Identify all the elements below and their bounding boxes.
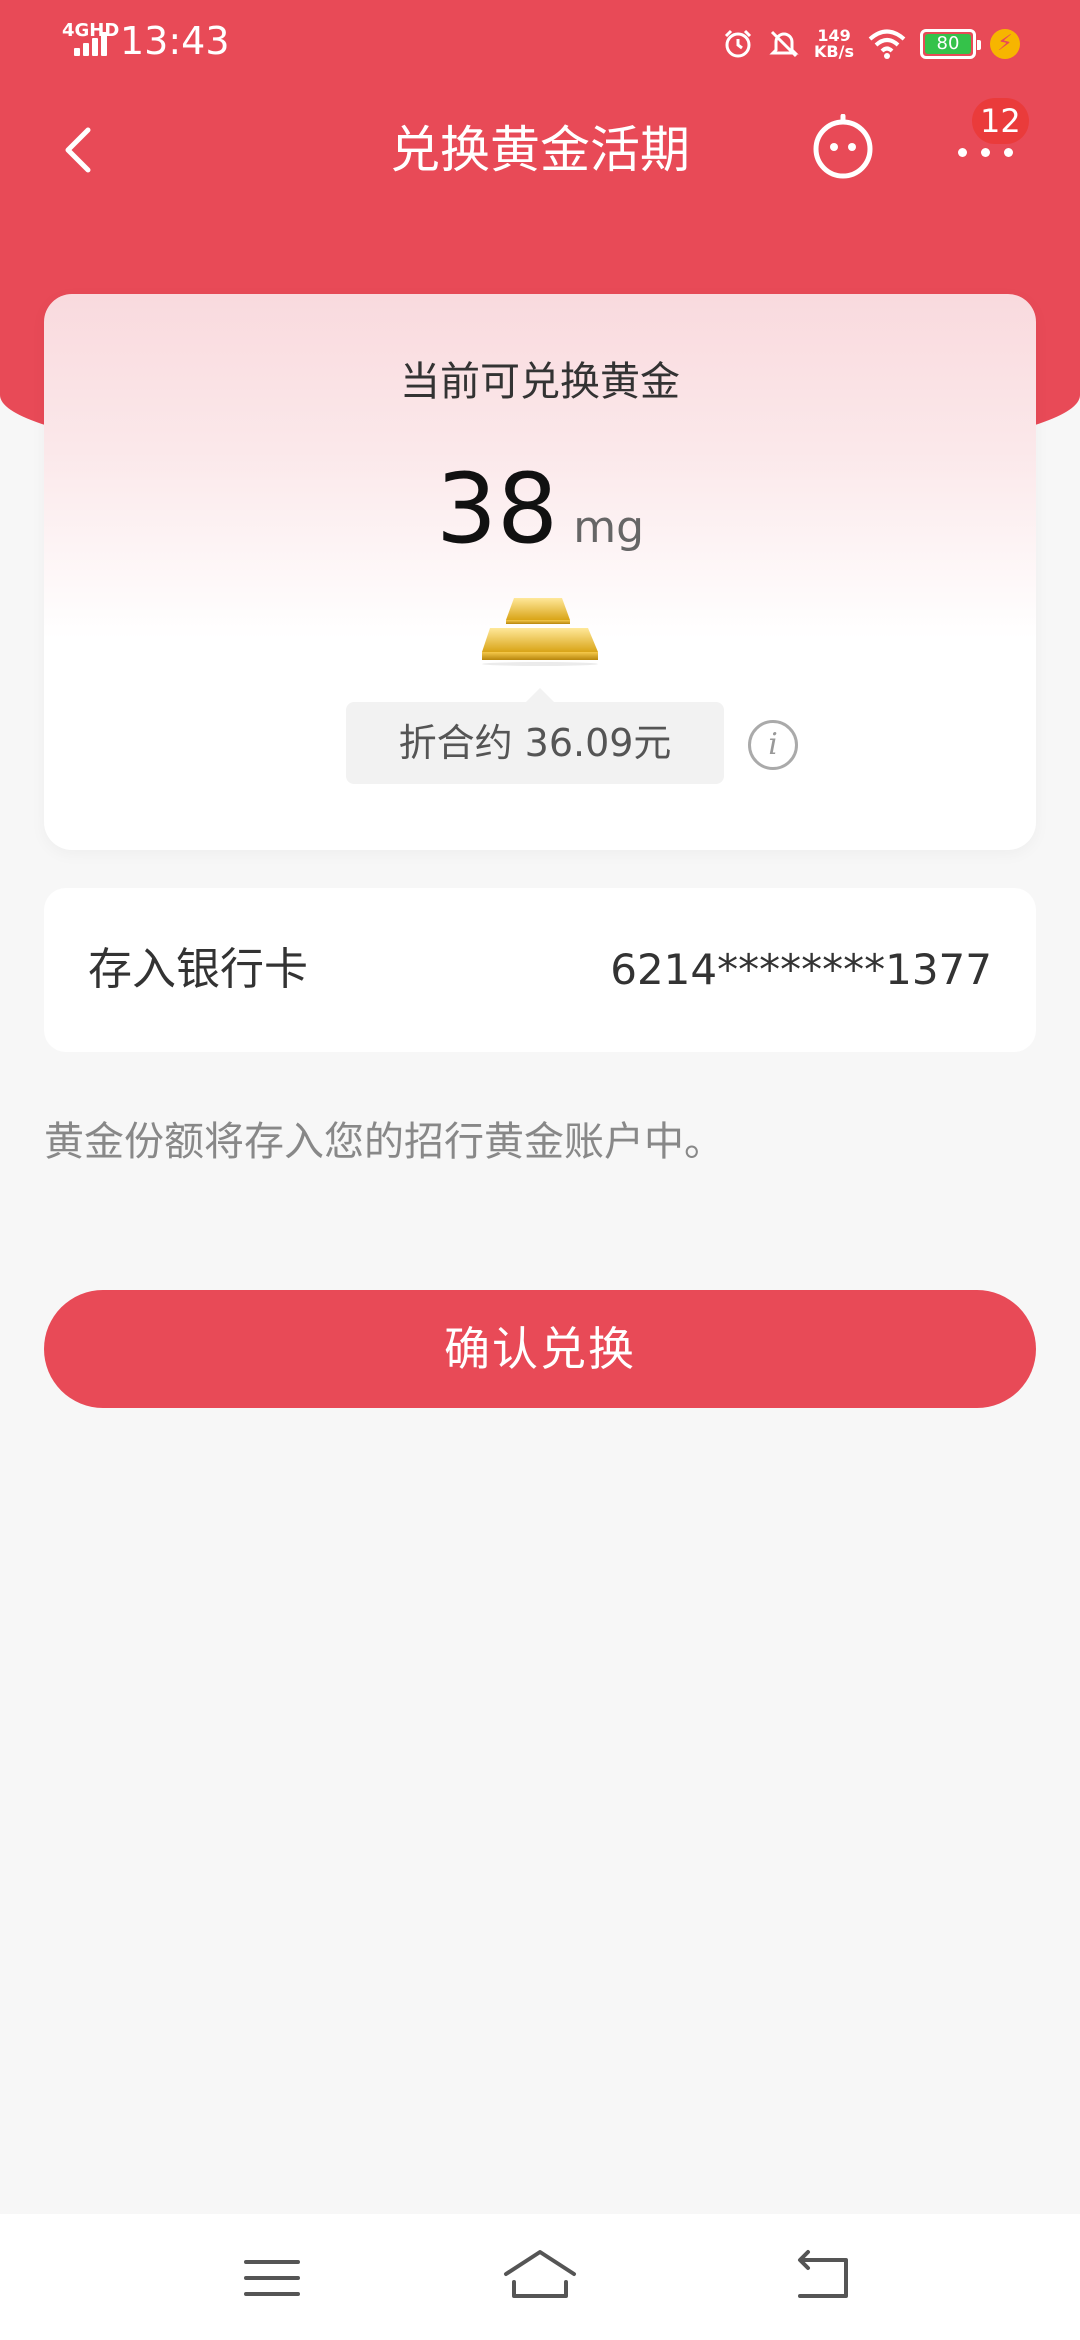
system-nav-bar — [0, 2214, 1080, 2340]
menu-icon[interactable] — [232, 2238, 312, 2318]
gold-amount: 38 mg — [44, 454, 1036, 564]
available-gold-label: 当前可兑换黄金 — [400, 359, 680, 405]
gold-summary-card: 当前可兑换黄金 38 mg 折合约 36.09元 i — [44, 294, 1036, 850]
notification-badge: 12 — [972, 98, 1029, 144]
confirm-exchange-button[interactable]: 确认兑换 — [44, 1290, 1036, 1408]
clock: 13:43 — [120, 19, 230, 63]
robot-assistant-icon[interactable] — [810, 114, 876, 180]
signal-icon — [74, 30, 110, 56]
battery-icon: 80 — [920, 29, 981, 59]
bank-card-label: 存入银行卡 — [88, 944, 308, 995]
network-speed: 149 KB/s — [814, 28, 854, 60]
status-bar: 4GHD 13:43 149 KB/s 80 ⚡ — [0, 0, 1080, 90]
wifi-icon — [868, 29, 906, 59]
battery-level: 80 — [925, 34, 971, 54]
speed-unit: KB/s — [814, 42, 854, 61]
page-title: 兑换黄金活期 — [390, 121, 690, 179]
status-icons: 149 KB/s 80 ⚡ — [722, 20, 1020, 68]
info-icon[interactable]: i — [748, 720, 798, 770]
alarm-icon — [724, 29, 752, 58]
bank-card-number: 6214********1377 — [610, 945, 992, 994]
approx-value: 折合约 36.09元 — [346, 688, 724, 784]
bank-card-row[interactable]: 存入银行卡 6214********1377 — [44, 888, 1036, 1052]
gold-bars-icon — [482, 598, 598, 666]
back-nav-icon[interactable] — [782, 2238, 862, 2318]
charging-icon: ⚡ — [990, 29, 1020, 59]
gold-amount-unit: mg — [573, 502, 645, 553]
deposit-note: 黄金份额将存入您的招行黄金账户中。 — [44, 1119, 724, 1165]
gold-amount-value: 38 — [435, 453, 559, 565]
home-icon[interactable] — [500, 2238, 580, 2318]
mute-bell-icon — [769, 30, 799, 58]
nav-bar: 兑换黄金活期 — [0, 100, 1080, 200]
